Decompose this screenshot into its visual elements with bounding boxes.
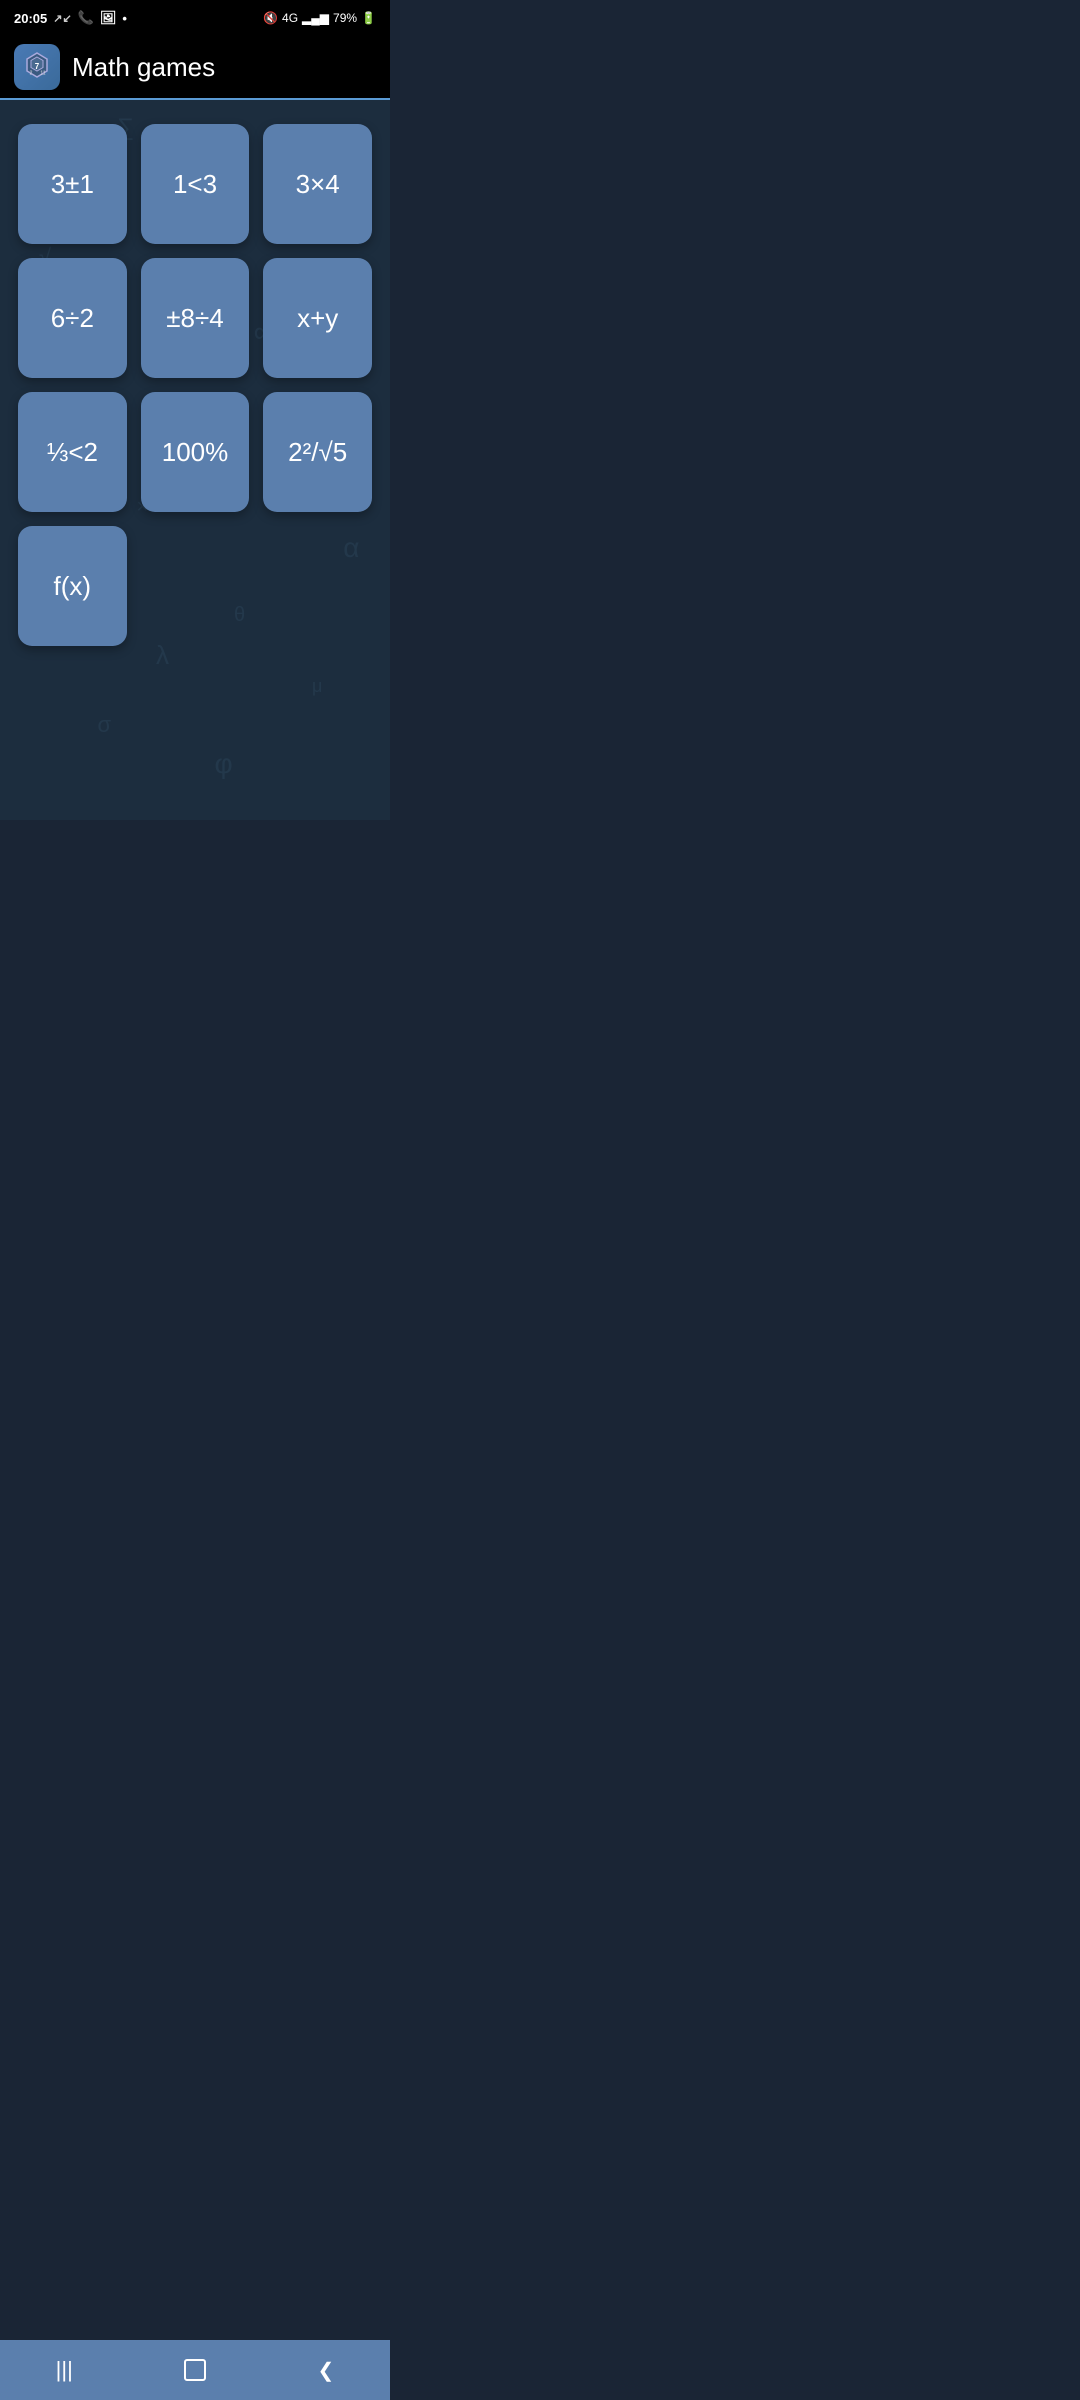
back-icon: ❮	[318, 2358, 335, 2383]
battery-label: 79%	[333, 11, 357, 25]
svg-text:7: 7	[35, 62, 40, 71]
recent-apps-icon: |||	[56, 2357, 73, 2383]
recent-apps-button[interactable]: |||	[32, 2347, 97, 2393]
app-logo-icon: 7 2 11	[21, 51, 53, 83]
status-right: 🔇 4G ▂▄▆ 79% 🔋	[263, 11, 376, 25]
home-icon	[184, 2359, 206, 2381]
mute-icon: 🔇	[263, 11, 278, 25]
app-icon: 7 2 11	[14, 44, 60, 90]
back-button[interactable]: ❮	[294, 2348, 359, 2393]
battery-icon: 🔋	[361, 11, 376, 25]
game-button-algebra[interactable]: x+y	[263, 258, 372, 378]
games-grid: 3±11<33×4 6÷2±8÷4x+y ⅓<2100%2²/√5 f(x)	[0, 100, 390, 670]
phone-icon: 📞	[78, 10, 94, 26]
status-time: 20:05 ↗↙ 📞 🖼 •	[14, 10, 127, 26]
game-button-percentages[interactable]: 100%	[141, 392, 250, 512]
gallery-icon: 🖼	[100, 10, 117, 26]
home-button[interactable]	[160, 2349, 230, 2391]
main-content: ∫ π ∑ ≠ √ ∞ Δ 7 ÷ ± × α β θ λ μ σ φ 3±11…	[0, 100, 390, 820]
signal-bars: ▂▄▆	[302, 11, 329, 25]
network-label: 4G	[282, 11, 298, 25]
game-button-functions[interactable]: f(x)	[18, 526, 127, 646]
dot-indicator: •	[122, 11, 127, 26]
svg-text:11: 11	[40, 70, 45, 76]
game-button-mixed-division[interactable]: ±8÷4	[141, 258, 250, 378]
navigation-bar: ||| ❮	[0, 2340, 390, 2400]
status-bar: 20:05 ↗↙ 📞 🖼 • 🔇 4G ▂▄▆ 79% 🔋	[0, 0, 390, 36]
game-button-fractions[interactable]: ⅓<2	[18, 392, 127, 512]
app-title: Math games	[72, 52, 215, 83]
game-button-comparison[interactable]: 1<3	[141, 124, 250, 244]
app-bar: 7 2 11 Math games	[0, 36, 390, 100]
svg-text:2: 2	[30, 70, 33, 76]
time-display: 20:05	[14, 11, 47, 26]
game-button-multiplication[interactable]: 3×4	[263, 124, 372, 244]
game-button-addition-subtraction[interactable]: 3±1	[18, 124, 127, 244]
signal-icons: ↗↙	[53, 12, 71, 25]
game-button-powers-roots[interactable]: 2²/√5	[263, 392, 372, 512]
game-button-division[interactable]: 6÷2	[18, 258, 127, 378]
